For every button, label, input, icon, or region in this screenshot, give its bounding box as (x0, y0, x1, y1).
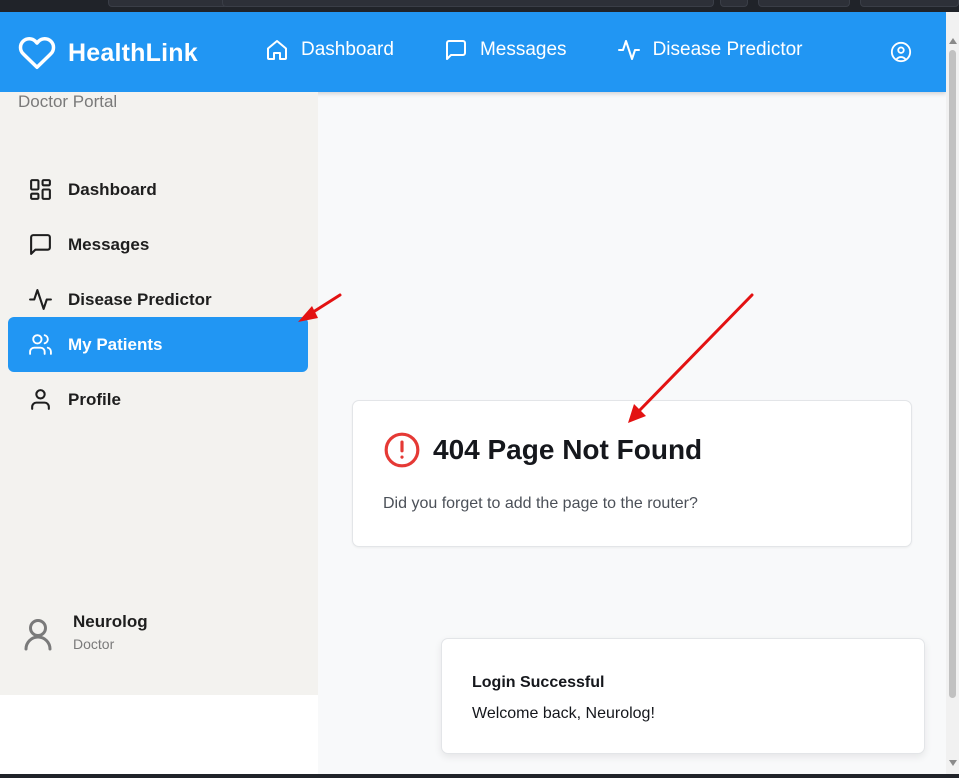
home-icon (267, 40, 287, 60)
avatar (24, 619, 52, 651)
sidebar-item-profile[interactable]: Profile (8, 372, 308, 427)
activity-icon (29, 289, 52, 310)
user-name: Neurolog (73, 612, 148, 631)
portal-label: Doctor Portal (18, 92, 118, 111)
top-nav-messages[interactable]: Messages (444, 38, 567, 62)
user-circle-icon[interactable] (890, 41, 912, 63)
app-window: HealthLink Dashboard Messages Disease Pr… (0, 12, 946, 774)
sidebar-item-dashboard[interactable]: Dashboard (8, 162, 308, 217)
message-icon (30, 234, 51, 255)
top-nav-label: Disease Predictor (652, 39, 803, 60)
not-found-card: 404 Page Not Found Did you forget to add… (352, 400, 912, 547)
top-nav: Dashboard Messages Disease Predictor (265, 38, 853, 62)
sidebar: Doctor Portal Dashboard Messages Disease… (0, 92, 318, 695)
sidebar-item-label: Disease Predictor (68, 289, 212, 309)
browser-button[interactable] (720, 0, 748, 7)
users-icon (29, 334, 52, 355)
sidebar-user-card[interactable]: Neurolog Doctor (20, 612, 148, 652)
scrollbar-thumb[interactable] (949, 50, 956, 698)
message-icon (445, 40, 466, 60)
activity-icon (617, 40, 640, 60)
browser-button[interactable] (758, 0, 850, 7)
browser-button[interactable] (860, 0, 959, 7)
sidebar-item-label: Dashboard (68, 179, 157, 199)
toast-message: Welcome back, Neurolog! (472, 705, 655, 722)
error-message: Did you forget to add the page to the ro… (383, 495, 698, 512)
top-nav-dashboard[interactable]: Dashboard (265, 38, 394, 62)
browser-address-bar[interactable] (222, 0, 714, 7)
top-nav-disease-predictor[interactable]: Disease Predictor (617, 38, 803, 62)
scroll-up-icon[interactable] (949, 38, 957, 44)
top-nav-label: Dashboard (301, 39, 394, 60)
page-title: 404 Page Not Found (433, 434, 703, 465)
alert-circle-icon (384, 432, 420, 468)
scroll-down-icon[interactable] (949, 760, 957, 766)
brand-name: HealthLink (68, 38, 198, 67)
browser-tab[interactable] (108, 0, 228, 7)
toast-title: Login Successful (472, 674, 605, 691)
login-toast[interactable]: Login Successful Welcome back, Neurolog! (441, 638, 925, 754)
user-icon (31, 389, 50, 410)
sidebar-item-my-patients[interactable]: My Patients (8, 317, 308, 372)
sidebar-item-label: My Patients (68, 334, 163, 354)
sidebar-item-label: Profile (68, 389, 121, 409)
sidebar-footer (0, 695, 318, 774)
layout-grid-icon (30, 179, 51, 200)
top-header: HealthLink Dashboard Messages Disease Pr… (0, 12, 946, 92)
brand[interactable]: HealthLink (18, 34, 198, 72)
sidebar-item-messages[interactable]: Messages (8, 217, 308, 272)
heart-icon (18, 36, 56, 69)
user-role: Doctor (73, 636, 115, 652)
browser-chrome (0, 0, 959, 12)
sidebar-item-label: Messages (68, 234, 150, 254)
browser-bottom-edge (0, 774, 959, 778)
page-scrollbar[interactable] (946, 12, 959, 774)
top-nav-label: Messages (479, 39, 567, 60)
